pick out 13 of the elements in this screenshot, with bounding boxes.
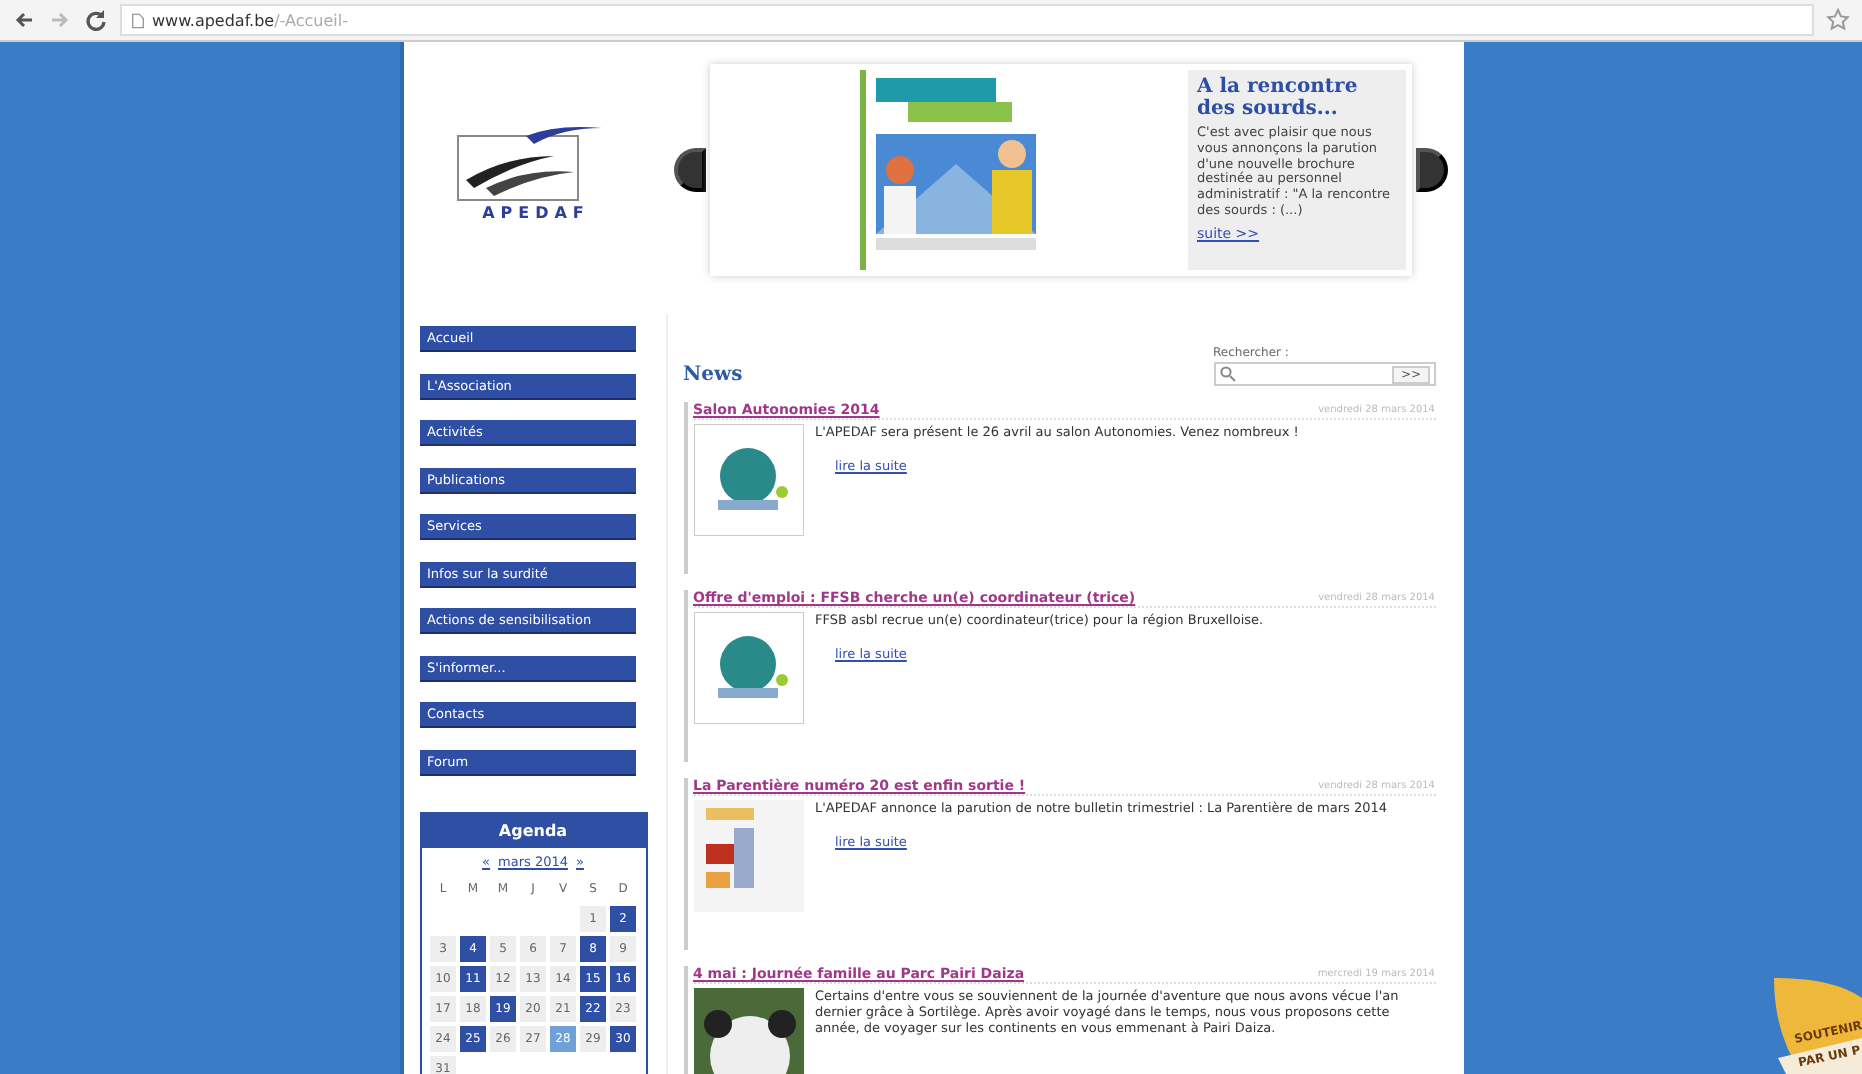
search-icon xyxy=(1219,366,1235,382)
next-button[interactable] xyxy=(1415,148,1447,192)
agenda-title: Agenda xyxy=(421,814,645,848)
previous-button[interactable] xyxy=(673,148,705,192)
address-field[interactable]: www.apedaf.be/-Accueil- xyxy=(120,4,1814,36)
url-text: www.apedaf.be/-Accueil- xyxy=(152,11,348,29)
news-heading: News xyxy=(683,364,743,386)
logo-text: APEDAF xyxy=(482,203,590,221)
slide-title: A la rencontre des sourds... xyxy=(1197,76,1360,120)
back-icon[interactable] xyxy=(12,8,36,32)
page-icon xyxy=(130,11,146,29)
reload-icon[interactable] xyxy=(84,8,108,32)
star-icon[interactable] xyxy=(1826,8,1850,32)
